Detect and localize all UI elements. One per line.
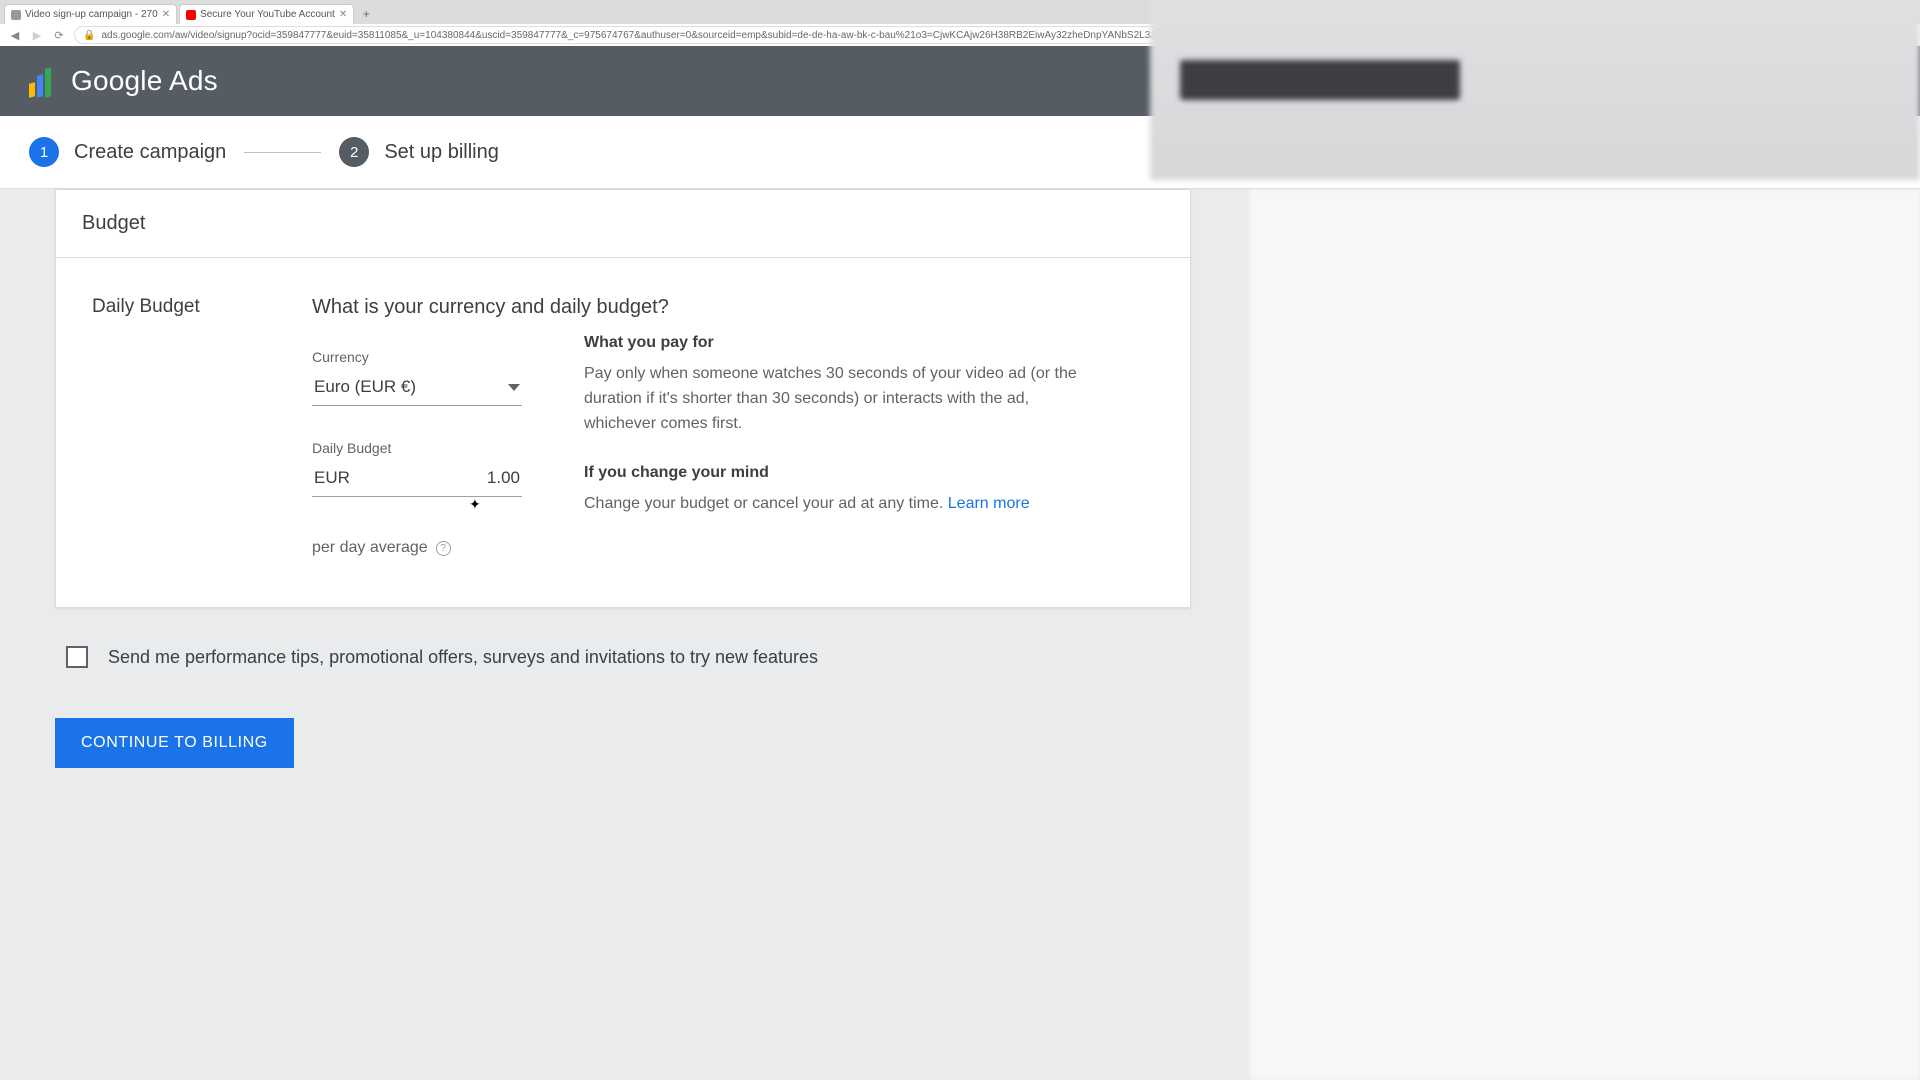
youtube-icon [186,10,196,20]
help-icon[interactable]: ? [436,541,451,556]
what-you-pay-for-body: Pay only when someone watches 30 seconds… [584,362,1104,436]
google-ads-logo[interactable]: Google Ads [27,65,218,97]
daily-budget-label: Daily Budget [312,440,522,456]
opt-in-row[interactable]: Send me performance tips, promotional of… [66,646,1920,668]
currency-value: Euro (EUR €) [314,377,416,397]
reload-button[interactable]: ⟳ [52,28,66,42]
cursor-icon: ✦ [469,496,481,513]
step-divider [244,152,321,153]
step-number: 1 [29,137,59,167]
logo-text: Google Ads [71,65,218,97]
chevron-down-icon [508,384,520,391]
per-day-average-text: per day average [312,539,428,557]
change-mind-body: Change your budget or cancel your ad at … [584,492,1104,517]
new-tab-button[interactable]: + [356,4,376,24]
plus-icon: + [363,7,370,21]
step-label: Set up billing [384,141,499,164]
forward-button[interactable]: ▶ [30,28,44,42]
currency-prefix: EUR [314,468,350,488]
back-button[interactable]: ◀ [8,28,22,42]
budget-card: Budget Daily Budget What is your currenc… [55,189,1191,608]
page-content: Budget Daily Budget What is your currenc… [0,189,1920,768]
currency-label: Currency [312,349,522,365]
change-mind-title: If you change your mind [584,464,1164,482]
step-create-campaign[interactable]: 1 Create campaign [29,137,226,167]
daily-budget-field[interactable]: EUR [312,462,522,497]
opt-in-checkbox[interactable] [66,646,88,668]
opt-in-label: Send me performance tips, promotional of… [108,647,818,668]
daily-budget-input[interactable] [420,468,520,488]
lock-icon: 🔒 [83,30,95,41]
step-number: 2 [339,137,369,167]
question-text: What is your currency and daily budget? [312,296,712,319]
section-label: Daily Budget [92,296,250,557]
learn-more-link[interactable]: Learn more [948,495,1030,512]
ads-logo-icon [27,65,59,97]
currency-select[interactable]: Euro (EUR €) [312,371,522,406]
what-you-pay-for-title: What you pay for [584,334,1164,352]
continue-to-billing-button[interactable]: CONTINUE TO BILLING [55,718,294,768]
blurred-region [1180,60,1460,100]
browser-tab-youtube[interactable]: Secure Your YouTube Account ✕ [179,4,354,24]
circle-icon [11,10,21,20]
tab-title: Secure Your YouTube Account [200,9,335,20]
browser-tab-ads[interactable]: Video sign-up campaign - 270 ✕ [4,4,177,24]
step-set-up-billing[interactable]: 2 Set up billing [339,137,499,167]
info-column: What you pay for Pay only when someone w… [584,296,1164,557]
close-icon[interactable]: ✕ [162,9,170,20]
close-icon[interactable]: ✕ [339,9,347,20]
tab-title: Video sign-up campaign - 270 [25,9,158,20]
step-label: Create campaign [74,141,226,164]
card-title: Budget [56,190,1190,258]
